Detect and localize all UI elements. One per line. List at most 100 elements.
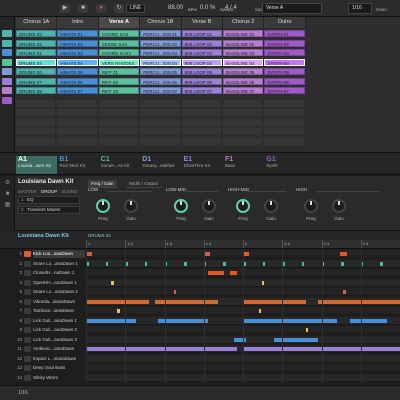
- sound-name[interactable]: Slinky Worm: [33, 374, 85, 382]
- clip-cell[interactable]: DRUMS 04: [16, 58, 57, 66]
- clip-cell[interactable]: HIHATS 06: [57, 77, 98, 85]
- note-event[interactable]: [274, 337, 319, 342]
- empty-clip-slot[interactable]: [140, 128, 181, 135]
- scene-2[interactable]: Intro: [57, 17, 99, 28]
- note-event[interactable]: [184, 261, 187, 266]
- scene-4[interactable]: Chorus 1B: [140, 17, 182, 28]
- tab-master[interactable]: MASTER: [18, 189, 37, 194]
- clip-cell[interactable]: BASSLINE 01: [223, 30, 264, 37]
- empty-clip-slot[interactable]: [181, 109, 222, 116]
- note-event[interactable]: [208, 271, 225, 275]
- note-event[interactable]: [261, 280, 265, 285]
- clip-cell[interactable]: SYNTH 06: [264, 77, 305, 85]
- clip-cell[interactable]: BASSLINE 02: [223, 39, 264, 47]
- plugin-slot[interactable]: 2 Transient Master: [18, 206, 80, 214]
- group-g1[interactable]: G1 Synth: [264, 156, 305, 174]
- sound-row[interactable]: 4 OpenHH...anaDawn 1: [0, 278, 400, 287]
- eq-knob-gain[interactable]: [124, 199, 138, 213]
- group-e1[interactable]: E1 DriveThru Kit: [182, 156, 223, 174]
- sound-row[interactable]: 8 Lick Guit...anaDawn 1: [0, 316, 400, 325]
- note-event[interactable]: [343, 290, 346, 294]
- clip-cell[interactable]: BASSLINE 03: [223, 49, 264, 56]
- empty-clip-slot[interactable]: [140, 99, 181, 107]
- timeline-ruler[interactable]: 1 1.2 1.3 1.4 2 2.2 2.3 2.4: [86, 240, 400, 248]
- group-f1[interactable]: F1 Bass: [223, 156, 264, 174]
- sound-row[interactable]: 9 Lick Guit...anaDawn 2: [0, 326, 400, 334]
- sound-row[interactable]: 12 Impact L...sianaDawn: [0, 354, 400, 363]
- sound-name[interactable]: Kick Lou...anaDawn: [33, 250, 85, 258]
- sound-name[interactable]: Snare Lo...anaDawn 2: [33, 288, 85, 296]
- note-event[interactable]: [86, 318, 137, 323]
- empty-clip-slot[interactable]: [223, 118, 264, 126]
- note-event[interactable]: [173, 290, 177, 294]
- empty-clip-slot[interactable]: [16, 118, 57, 126]
- loop-icon[interactable]: ↻: [114, 4, 124, 13]
- empty-clip-slot[interactable]: [223, 109, 264, 116]
- empty-clip-slot[interactable]: [181, 99, 222, 107]
- empty-clip-slot[interactable]: [57, 118, 98, 126]
- clip-cell[interactable]: BASSLINE 04: [223, 58, 264, 66]
- note-event[interactable]: [230, 271, 237, 275]
- clip-cell[interactable]: 808 LOOP 07: [181, 87, 222, 94]
- sound-name[interactable]: Lick Guit...anaDawn 1: [33, 317, 85, 325]
- empty-clip-slot[interactable]: [181, 118, 222, 126]
- sound-row[interactable]: 2 Snare Lo...anaDawn 1: [0, 259, 400, 268]
- sound-row[interactable]: 1 Kick Lou...anaDawn: [0, 250, 400, 258]
- empty-clip-slot[interactable]: [264, 99, 305, 107]
- clip-cell[interactable]: PERCU...ION 06: [140, 77, 181, 85]
- record-icon[interactable]: ●: [96, 4, 106, 13]
- empty-clip-slot[interactable]: [264, 128, 305, 135]
- clip-cell[interactable]: DRUMS 08: [16, 87, 57, 94]
- eq-knob-gain[interactable]: [202, 199, 216, 213]
- note-event[interactable]: [86, 299, 149, 304]
- sound-name[interactable]: Deep Soul Bass: [33, 364, 85, 372]
- clip-cell[interactable]: SYNTH 04: [264, 58, 305, 66]
- clip-cell[interactable]: SYNTH 02: [264, 39, 305, 47]
- note-event[interactable]: [318, 299, 400, 304]
- scene-3[interactable]: Verse A: [98, 17, 141, 28]
- empty-clip-slot[interactable]: [16, 99, 57, 107]
- grid-icon[interactable]: ▦: [3, 201, 12, 209]
- clip-cell[interactable]: 808 LOOP 04: [181, 58, 222, 66]
- stop-icon[interactable]: ■: [78, 4, 88, 13]
- sound-row[interactable]: 3 ClosedH...naDawn 1: [0, 269, 400, 277]
- sync-label[interactable]: SYNC: [376, 7, 387, 12]
- empty-clip-slot[interactable]: [16, 109, 57, 116]
- empty-clip-slot[interactable]: [98, 118, 140, 126]
- clip-cell[interactable]: BASSLINE 06: [223, 77, 264, 85]
- note-event[interactable]: [233, 337, 247, 342]
- eq-knob-gain[interactable]: [264, 199, 278, 213]
- empty-clip-slot[interactable]: [264, 109, 305, 116]
- gear-icon[interactable]: ⚙: [3, 179, 12, 187]
- empty-clip-slot[interactable]: [264, 137, 305, 145]
- plugin-slot[interactable]: 1 EQ: [18, 196, 80, 204]
- eq-knob-freq[interactable]: [174, 199, 188, 213]
- sound-row[interactable]: 10 Lick Guit...anaDawn 3: [0, 335, 400, 344]
- empty-clip-slot[interactable]: [181, 128, 222, 135]
- clip-cell[interactable]: SYNTH 01: [264, 30, 305, 37]
- scene-display[interactable]: Verse A: [262, 3, 322, 14]
- group-a1[interactable]: A1 Louisia...awn Kit: [16, 156, 57, 174]
- clip-cell[interactable]: PERCU...ION 04: [140, 58, 181, 66]
- tab-sound[interactable]: SOUND: [61, 189, 77, 194]
- scene-5[interactable]: Verse B: [181, 17, 223, 28]
- tempo-value[interactable]: 88.00: [168, 5, 183, 11]
- note-event[interactable]: [349, 318, 388, 323]
- scene-7[interactable]: Outro: [264, 17, 306, 28]
- sound-row[interactable]: 7 Tambour...ianaDawn: [0, 307, 400, 315]
- clip-cell[interactable]: PERCU...ION 05: [140, 68, 181, 75]
- clip-cell[interactable]: 808 LOOP 05: [181, 68, 222, 75]
- group-d1[interactable]: D1 Greasy...eakfast: [140, 156, 181, 174]
- tab-group[interactable]: GROUP: [41, 189, 58, 194]
- sound-row[interactable]: 13 Deep Soul Bass: [0, 364, 400, 372]
- grid-display[interactable]: 1/16: [348, 3, 372, 14]
- empty-clip-slot[interactable]: [140, 137, 181, 145]
- group-b1[interactable]: B1 Red Stick Kit: [57, 156, 98, 174]
- scene-6[interactable]: Chorus 2: [223, 17, 265, 28]
- empty-clip-slot[interactable]: [57, 137, 98, 145]
- clip-cell[interactable]: HIHATS 01: [57, 30, 98, 37]
- sound-row[interactable]: 14 Slinky Worm: [0, 373, 400, 382]
- note-event[interactable]: [223, 261, 226, 266]
- clip-cell[interactable]: HIHATS 03: [57, 49, 98, 56]
- plugin-icon[interactable]: ■: [3, 190, 12, 198]
